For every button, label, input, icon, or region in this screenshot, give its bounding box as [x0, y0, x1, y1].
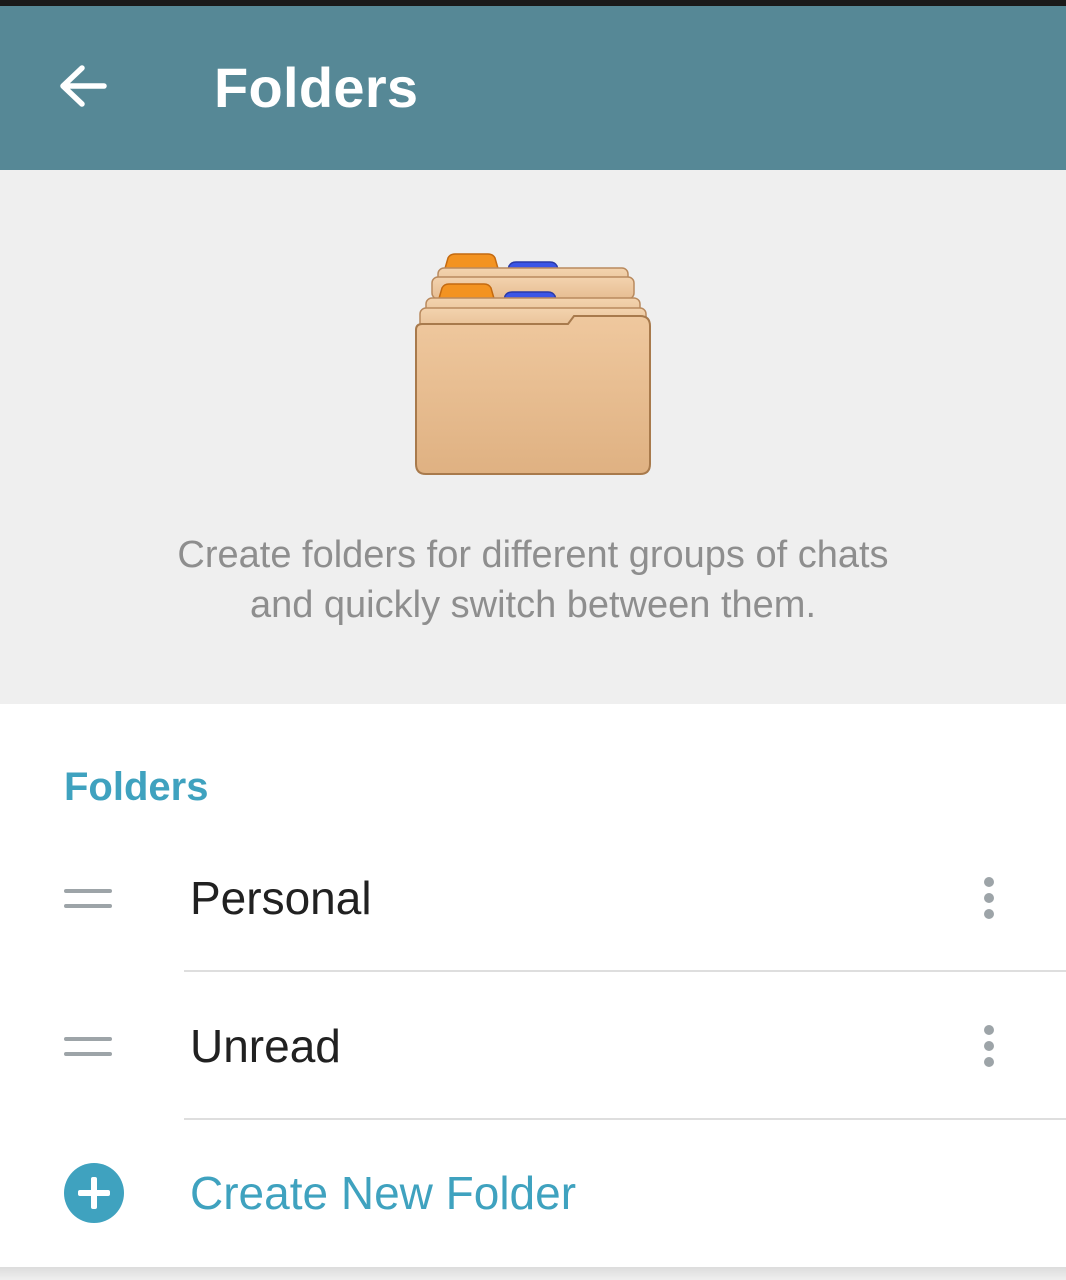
folders-list-card: Folders Personal Unread Create New Folde…	[0, 704, 1066, 1267]
section-title: Folders	[64, 765, 209, 809]
arrow-left-icon	[60, 65, 107, 107]
description-line-1: Create folders for different groups of c…	[177, 534, 889, 576]
back-button[interactable]	[48, 52, 116, 120]
more-vertical-icon[interactable]	[962, 1006, 1016, 1086]
folder-row-unread[interactable]: Unread	[0, 972, 1066, 1120]
folder-name: Personal	[190, 872, 372, 924]
create-new-folder-button[interactable]: Create New Folder	[0, 1122, 1066, 1264]
more-vertical-icon[interactable]	[962, 858, 1016, 938]
drag-handle-icon[interactable]	[64, 887, 114, 909]
page-title: Folders	[214, 56, 419, 119]
bottom-shadow	[0, 1267, 1066, 1280]
description-line-2: and quickly switch between them.	[249, 584, 817, 626]
folder-row-personal[interactable]: Personal	[0, 824, 1066, 972]
app-bar: Folders	[0, 6, 1066, 170]
plus-circle-icon	[64, 1163, 124, 1223]
folders-description: Create folders for different groups of c…	[0, 530, 1066, 630]
row-divider	[184, 1118, 1066, 1120]
drag-handle-icon[interactable]	[64, 1035, 114, 1057]
card-file-folders-illustration	[415, 253, 651, 475]
folder-name: Unread	[190, 1020, 341, 1072]
create-new-folder-label: Create New Folder	[190, 1167, 577, 1219]
